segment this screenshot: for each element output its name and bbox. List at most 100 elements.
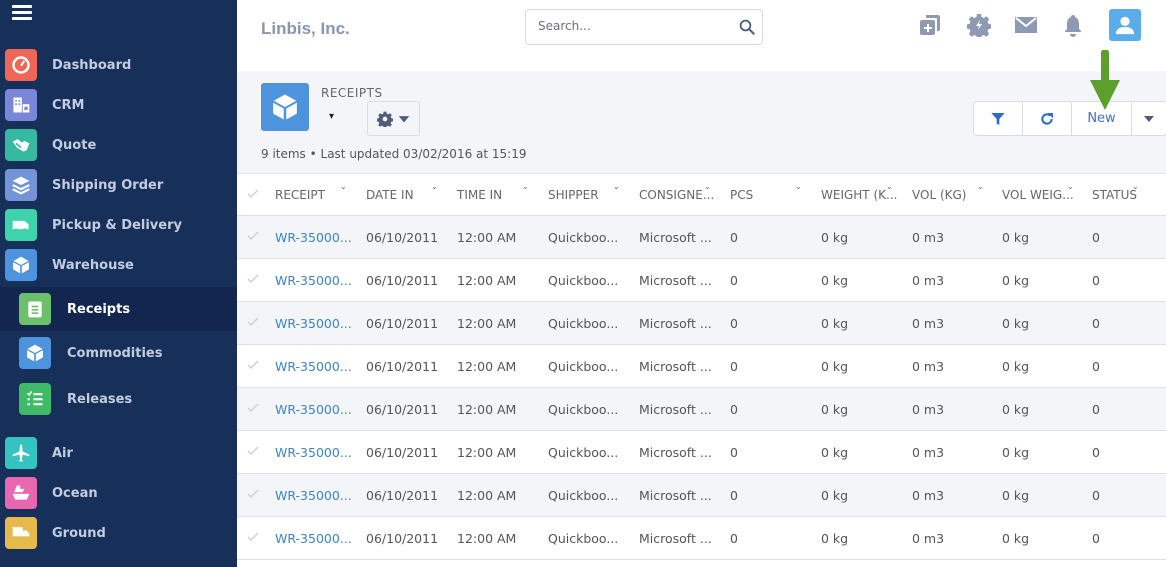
table-row[interactable]: WR-35000... 06/10/2011 12:00 AM Quickboo...… xyxy=(237,259,1166,302)
table-row[interactable]: WR-35000... 06/10/2011 12:00 AM Quickboo...… xyxy=(237,216,1166,259)
column-header-receipt[interactable]: RECEIPT xyxy=(275,188,325,202)
sort-chevron-icon[interactable]: ⌄ xyxy=(431,182,438,191)
truck-icon xyxy=(5,517,37,549)
new-options-dropdown[interactable] xyxy=(1132,102,1166,135)
cell-status: 0 xyxy=(1092,531,1100,546)
sort-chevron-icon[interactable]: ⌄ xyxy=(704,182,711,191)
cell-vol-kg: 0 m3 xyxy=(912,445,945,460)
mail-icon[interactable] xyxy=(1013,12,1039,38)
sidebar-item-warehouse[interactable]: Warehouse xyxy=(0,245,237,285)
sort-chevron-icon[interactable]: ⌄ xyxy=(340,182,347,191)
cell-receipt[interactable]: WR-35000... xyxy=(275,359,352,374)
cell-receipt[interactable]: WR-35000... xyxy=(275,273,352,288)
sidebar-item-ground[interactable]: Ground xyxy=(0,513,237,553)
cell-receipt[interactable]: WR-35000... xyxy=(275,402,352,417)
crm-building-icon xyxy=(5,89,37,121)
cell-receipt[interactable]: WR-35000... xyxy=(275,445,352,460)
cell-vol-kg: 0 m3 xyxy=(912,488,945,503)
row-checkbox[interactable] xyxy=(247,445,261,459)
table-row[interactable]: WR-35000... 06/10/2011 12:00 AM Quickboo...… xyxy=(237,345,1166,388)
sort-chevron-icon[interactable]: ⌄ xyxy=(1067,182,1074,191)
column-header-vol-weig[interactable]: VOL WEIG... xyxy=(1002,188,1074,202)
module-settings-button[interactable] xyxy=(367,101,420,136)
cell-vol-weig: 0 kg xyxy=(1002,230,1030,245)
cell-status: 0 xyxy=(1092,402,1100,417)
select-all-checkbox[interactable] xyxy=(247,188,261,202)
column-header-vol-kg[interactable]: VOL (KG) xyxy=(912,188,966,202)
row-checkbox[interactable] xyxy=(247,402,261,416)
sidebar-item-pickup-delivery[interactable]: Pickup & Delivery xyxy=(0,205,237,245)
sidebar-item-receipts[interactable]: Receipts xyxy=(0,287,237,331)
module-header: RECEIPTS ▾ 9 items • Last updated 03/02/… xyxy=(237,71,1166,173)
view-selector-caret-icon[interactable]: ▾ xyxy=(329,111,334,122)
sidebar-item-commodities[interactable]: Commodities xyxy=(0,333,237,373)
table-row[interactable]: WR-35000... 06/10/2011 12:00 AM Quickboo...… xyxy=(237,474,1166,517)
sidebar-item-quote[interactable]: Quote xyxy=(0,125,237,165)
cell-receipt[interactable]: WR-35000... xyxy=(275,316,352,331)
sort-chevron-icon[interactable]: ⌄ xyxy=(1132,182,1139,191)
column-header-consigne[interactable]: CONSIGNE... xyxy=(639,188,714,202)
cell-receipt[interactable]: WR-35000... xyxy=(275,230,352,245)
search-box[interactable] xyxy=(525,9,763,45)
sidebar-item-ocean[interactable]: Ocean xyxy=(0,473,237,513)
cell-weight-k: 0 kg xyxy=(821,316,849,331)
sidebar-item-crm[interactable]: CRM xyxy=(0,85,237,125)
column-header-shipper[interactable]: SHIPPER xyxy=(548,188,599,202)
search-input[interactable] xyxy=(538,19,728,33)
filter-icon xyxy=(991,112,1005,125)
sidebar-item-dashboard[interactable]: Dashboard xyxy=(0,45,237,85)
row-checkbox[interactable] xyxy=(247,316,261,330)
cell-consigne: Microsoft ... xyxy=(639,402,712,417)
sidebar-item-label: Receipts xyxy=(67,301,131,317)
sidebar-item-shipping-order[interactable]: Shipping Order xyxy=(0,165,237,205)
table-row[interactable]: WR-35000... 06/10/2011 12:00 AM Quickboo...… xyxy=(237,517,1166,560)
search-icon[interactable] xyxy=(738,18,756,36)
sort-chevron-icon[interactable]: ⌄ xyxy=(613,182,620,191)
cell-time-in: 12:00 AM xyxy=(457,230,517,245)
cell-pcs: 0 xyxy=(730,402,738,417)
sort-chevron-icon[interactable]: ⌄ xyxy=(795,182,802,191)
ship-icon xyxy=(5,477,37,509)
cell-consigne: Microsoft ... xyxy=(639,359,712,374)
filter-button[interactable] xyxy=(974,102,1023,135)
refresh-button[interactable] xyxy=(1023,102,1072,135)
hamburger-menu-icon[interactable] xyxy=(12,5,32,21)
sidebar-item-releases[interactable]: Releases xyxy=(0,379,237,419)
column-header-date-in[interactable]: DATE IN xyxy=(366,188,414,202)
receipts-table: RECEIPT ⌄ DATE IN ⌄ TIME IN ⌄ SHIPPER ⌄ CONSIGNE… xyxy=(237,173,1166,560)
row-checkbox[interactable] xyxy=(247,230,261,244)
bell-icon[interactable] xyxy=(1060,12,1086,38)
cell-pcs: 0 xyxy=(730,316,738,331)
cell-receipt[interactable]: WR-35000... xyxy=(275,531,352,546)
row-checkbox[interactable] xyxy=(247,359,261,373)
settings-icon[interactable] xyxy=(966,12,992,38)
cell-receipt[interactable]: WR-35000... xyxy=(275,488,352,503)
sidebar-item-air[interactable]: Air xyxy=(0,433,237,473)
table-row[interactable]: WR-35000... 06/10/2011 12:00 AM Quickboo...… xyxy=(237,302,1166,345)
cell-date-in: 06/10/2011 xyxy=(366,273,439,288)
row-checkbox[interactable] xyxy=(247,531,261,545)
table-row[interactable]: WR-35000... 06/10/2011 12:00 AM Quickboo...… xyxy=(237,431,1166,474)
refresh-icon xyxy=(1041,112,1053,125)
row-checkbox[interactable] xyxy=(247,488,261,502)
cell-shipper: Quickboo... xyxy=(548,230,619,245)
column-header-time-in[interactable]: TIME IN xyxy=(457,188,502,202)
cell-pcs: 0 xyxy=(730,230,738,245)
user-avatar-icon[interactable] xyxy=(1109,9,1141,41)
new-button[interactable]: New xyxy=(1072,102,1132,135)
new-window-icon[interactable] xyxy=(917,12,943,38)
caret-down-icon xyxy=(398,115,409,122)
column-header-pcs[interactable]: PCS xyxy=(730,188,753,202)
column-header-status[interactable]: STATUS xyxy=(1092,188,1137,202)
layers-icon xyxy=(5,169,37,201)
cell-pcs: 0 xyxy=(730,531,738,546)
sidebar-item-label: Shipping Order xyxy=(52,177,164,193)
cell-time-in: 12:00 AM xyxy=(457,359,517,374)
sort-chevron-icon[interactable]: ⌄ xyxy=(522,182,529,191)
cell-time-in: 12:00 AM xyxy=(457,531,517,546)
cell-status: 0 xyxy=(1092,273,1100,288)
sort-chevron-icon[interactable]: ⌄ xyxy=(977,182,984,191)
sort-chevron-icon[interactable]: ⌄ xyxy=(886,182,893,191)
table-row[interactable]: WR-35000... 06/10/2011 12:00 AM Quickboo...… xyxy=(237,388,1166,431)
row-checkbox[interactable] xyxy=(247,273,261,287)
